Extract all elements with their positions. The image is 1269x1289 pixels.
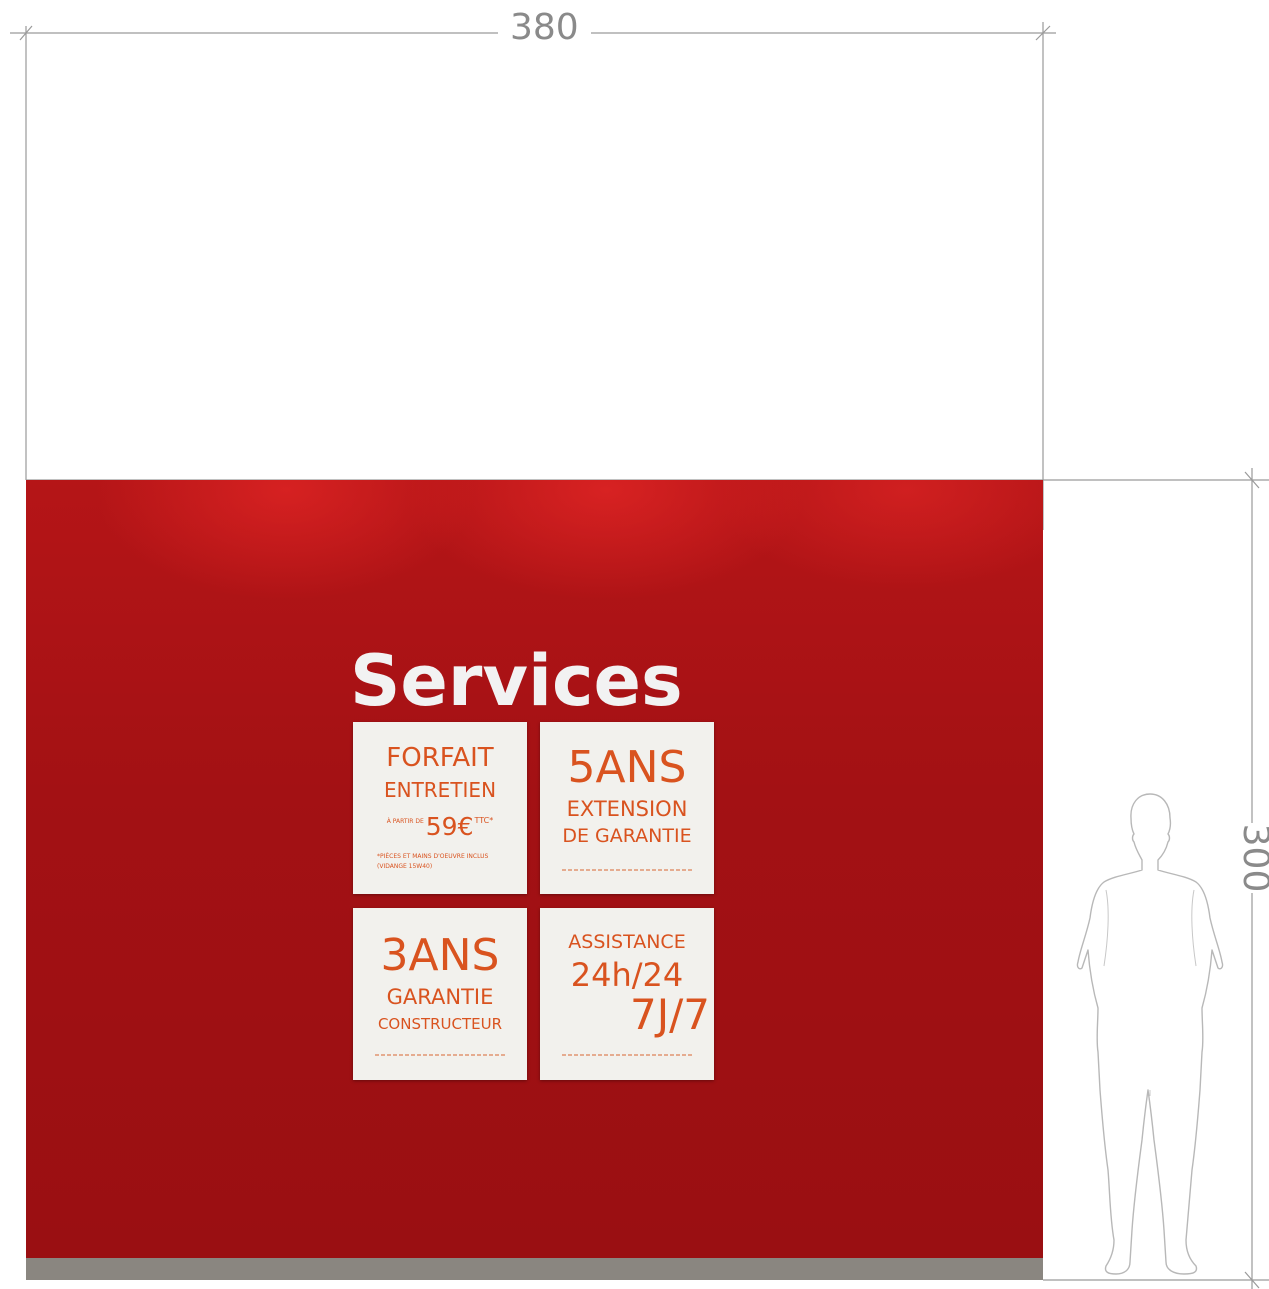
red-wall (26, 480, 1043, 1258)
panel-4-line-3: 7J/7 (630, 990, 710, 1039)
panel-4-line-2: 24h/24 (570, 956, 684, 994)
person-silhouette-icon (1076, 793, 1224, 1275)
panel-1-footnote-1: *PIÈCES ET MAINS D'OEUVRE INCLUS (377, 853, 489, 860)
price-value: 59€ (425, 812, 474, 841)
panel-3-line-3: CONSTRUCTEUR (377, 1015, 503, 1033)
panel-1-footnote-2: (VIDANGE 15W40) (377, 863, 433, 870)
price-suffix: TTC* (474, 816, 494, 825)
floor-strip (26, 1258, 1043, 1280)
panel-1-line-2: ENTRETIEN (383, 778, 497, 802)
panel-2-line-3: DE GARANTIE (562, 825, 692, 847)
panel-4-fine-print (562, 1054, 692, 1056)
price-prefix: À PARTIR DE (386, 818, 424, 825)
panel-1-price-row: À PARTIR DE59€TTC* (353, 806, 527, 845)
panel-garantie-constructeur: 3ANS GARANTIE CONSTRUCTEUR (353, 908, 527, 1080)
panel-assistance: ASSISTANCE 24h/24 7J/7 (540, 908, 714, 1080)
panel-3-line-2: GARANTIE (386, 985, 494, 1009)
panel-2-line-2: EXTENSION (566, 797, 688, 821)
panel-extension-garantie: 5ANS EXTENSION DE GARANTIE (540, 722, 714, 894)
width-dimension-label: 380 (498, 10, 591, 46)
panel-2-fine-print (562, 869, 692, 871)
panel-1-line-1: FORFAIT (386, 743, 494, 773)
panel-4-line-1: ASSISTANCE (568, 931, 686, 953)
panel-3-fine-print (375, 1054, 505, 1056)
panel-3-line-1: 3ANS (380, 930, 500, 981)
height-dimension-label: 300 (1233, 823, 1269, 893)
panel-forfait-entretien: FORFAIT ENTRETIEN À PARTIR DE59€TTC* *PI… (353, 722, 527, 894)
panel-2-line-1: 5ANS (567, 742, 687, 793)
services-title: Services (350, 640, 683, 722)
